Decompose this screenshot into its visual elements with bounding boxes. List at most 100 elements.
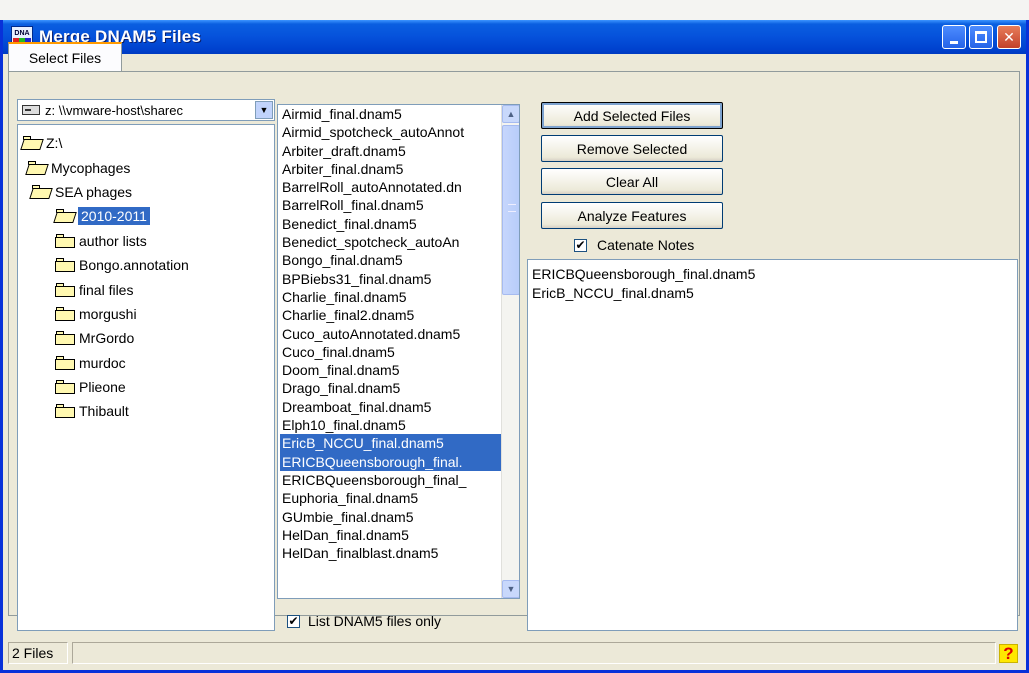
folder-item-label: Bongo.annotation — [79, 257, 189, 274]
open-folder-icon — [53, 209, 77, 224]
file-list[interactable]: Airmid_final.dnam5 Airmid_spotcheck_autoA… — [277, 104, 520, 599]
folder-item[interactable]: 2010-2011 — [18, 204, 274, 228]
tab-select-files[interactable]: Select Files — [8, 42, 122, 72]
file-list-item[interactable]: GUmbie_final.dnam5 — [280, 508, 501, 526]
folder-item[interactable]: Bongo.annotation — [18, 253, 274, 277]
folder-item-label: SEA phages — [55, 183, 133, 200]
file-list-item[interactable]: Benedict_final.dnam5 — [280, 215, 501, 233]
folder-icon — [55, 404, 75, 419]
checkbox-check-icon[interactable]: ✔ — [287, 614, 300, 628]
catenate-notes-label: Catenate Notes — [597, 237, 695, 253]
status-bar: 2 Files ? — [4, 640, 1022, 667]
network-drive-icon — [22, 105, 40, 115]
folder-item[interactable]: morgushi — [18, 302, 274, 326]
add-selected-files-button[interactable]: Add Selected Files — [541, 102, 723, 129]
drive-select-value: z: \\vmware-host\sharec — [45, 102, 183, 118]
remove-selected-button[interactable]: Remove Selected — [541, 135, 723, 162]
file-list-item[interactable]: HelDan_finalblast.dnam5 — [280, 544, 501, 562]
folder-item[interactable]: Thibault — [18, 399, 274, 423]
folder-item-label: morgushi — [79, 305, 137, 322]
file-list-item[interactable]: EricB_NCCU_final.dnam5 — [280, 434, 501, 453]
file-list-item[interactable]: HelDan_final.dnam5 — [280, 526, 501, 544]
minimize-icon — [950, 40, 958, 44]
folder-icon — [55, 258, 75, 273]
folder-item[interactable]: SEA phages — [18, 180, 274, 204]
folder-tree[interactable]: Z:\ Mycophages SEA phages 2010-2011 author l… — [17, 124, 275, 631]
app-icon-text: DNA — [14, 30, 30, 37]
help-icon[interactable]: ? — [999, 644, 1018, 663]
file-list-item[interactable]: Arbiter_final.dnam5 — [280, 160, 501, 178]
folder-icon-body — [25, 163, 49, 175]
close-icon: ✕ — [1003, 28, 1015, 45]
scrollbar-thumb[interactable] — [502, 125, 519, 295]
file-list-item[interactable]: ERICBQueensborough_final_ — [280, 471, 501, 489]
folder-icon-body — [55, 236, 75, 248]
status-panel — [72, 642, 996, 664]
status-file-count: 2 Files — [8, 642, 68, 664]
catenate-notes-checkbox[interactable]: ✔ Catenate Notes — [574, 237, 694, 253]
folder-item-label: Mycophages — [51, 159, 131, 176]
file-list-item[interactable]: BarrelRoll_final.dnam5 — [280, 196, 501, 214]
close-button[interactable]: ✕ — [997, 25, 1021, 49]
file-list-item[interactable]: Airmid_final.dnam5 — [280, 105, 501, 123]
open-folder-icon — [25, 160, 49, 175]
folder-icon-body — [55, 261, 75, 273]
scroll-down-icon[interactable]: ▼ — [502, 580, 519, 598]
folder-item-label: MrGordo — [79, 330, 135, 347]
file-list-item[interactable]: Charlie_final2.dnam5 — [280, 306, 501, 324]
folder-item[interactable]: MrGordo — [18, 326, 274, 350]
grip-icon — [508, 204, 516, 212]
desktop-background-strip — [0, 0, 1029, 20]
file-list-item[interactable]: Benedict_spotcheck_autoAn — [280, 233, 501, 251]
folder-item-label: murdoc — [79, 354, 126, 371]
chevron-down-icon[interactable]: ▼ — [255, 101, 273, 119]
folder-icon — [55, 233, 75, 248]
file-list-item[interactable]: Cuco_autoAnnotated.dnam5 — [280, 325, 501, 343]
title-bar[interactable]: DNA Merge DNAM5 Files ✕ — [3, 20, 1026, 54]
file-list-item[interactable]: BarrelRoll_autoAnnotated.dn — [280, 178, 501, 196]
selected-file-item[interactable]: ERICBQueensborough_final.dnam5 — [532, 265, 1013, 284]
clear-all-button[interactable]: Clear All — [541, 168, 723, 195]
folder-item-label: 2010-2011 — [78, 207, 150, 226]
folder-icon — [55, 306, 75, 321]
folder-icon — [55, 355, 75, 370]
folder-icon-body — [55, 334, 75, 346]
folder-item[interactable]: murdoc — [18, 351, 274, 375]
selected-files-list[interactable]: ERICBQueensborough_final.dnam5 EricB_NCCU… — [527, 259, 1018, 631]
folder-icon-body — [53, 212, 77, 224]
list-dnam5-only-label: List DNAM5 files only — [308, 613, 442, 629]
drive-select[interactable]: z: \\vmware-host\sharec ▼ — [17, 99, 275, 121]
folder-item[interactable]: Mycophages — [18, 155, 274, 179]
scroll-up-icon[interactable]: ▲ — [502, 105, 519, 123]
file-list-item[interactable]: BPBiebs31_final.dnam5 — [280, 270, 501, 288]
folder-icon-body — [55, 358, 75, 370]
file-list-item[interactable]: Euphoria_final.dnam5 — [280, 489, 501, 507]
folder-item-label: Z:\ — [46, 135, 63, 152]
checkbox-check-icon[interactable]: ✔ — [574, 238, 587, 252]
file-items: Airmid_final.dnam5 Airmid_spotcheck_autoA… — [280, 105, 501, 562]
selected-file-item[interactable]: EricB_NCCU_final.dnam5 — [532, 284, 1013, 303]
file-list-item[interactable]: Charlie_final.dnam5 — [280, 288, 501, 306]
folder-icon-body — [55, 383, 75, 395]
file-list-item[interactable]: ERICBQueensborough_final. — [280, 452, 501, 471]
minimize-button[interactable] — [942, 25, 966, 49]
folder-icon — [55, 380, 75, 395]
folder-item[interactable]: Z:\ — [18, 131, 274, 155]
file-list-item[interactable]: Airmid_spotcheck_autoAnnot — [280, 123, 501, 141]
file-list-item[interactable]: Arbiter_draft.dnam5 — [280, 142, 501, 160]
file-list-item[interactable]: Dreamboat_final.dnam5 — [280, 398, 501, 416]
folder-item[interactable]: final files — [18, 277, 274, 301]
file-list-item[interactable]: Elph10_final.dnam5 — [280, 416, 501, 434]
maximize-icon — [975, 31, 987, 43]
file-list-item[interactable]: Bongo_final.dnam5 — [280, 251, 501, 269]
folder-item-label: Plieone — [79, 379, 126, 396]
analyze-features-button[interactable]: Analyze Features — [541, 202, 723, 229]
folder-item[interactable]: Plieone — [18, 375, 274, 399]
file-list-item[interactable]: Cuco_final.dnam5 — [280, 343, 501, 361]
file-list-item[interactable]: Doom_final.dnam5 — [280, 361, 501, 379]
folder-item[interactable]: author lists — [18, 229, 274, 253]
file-list-item[interactable]: Drago_final.dnam5 — [280, 379, 501, 397]
list-dnam5-only-checkbox[interactable]: ✔ List DNAM5 files only — [287, 613, 441, 629]
file-list-scrollbar[interactable]: ▲ ▼ — [501, 105, 519, 598]
maximize-button[interactable] — [969, 25, 993, 49]
